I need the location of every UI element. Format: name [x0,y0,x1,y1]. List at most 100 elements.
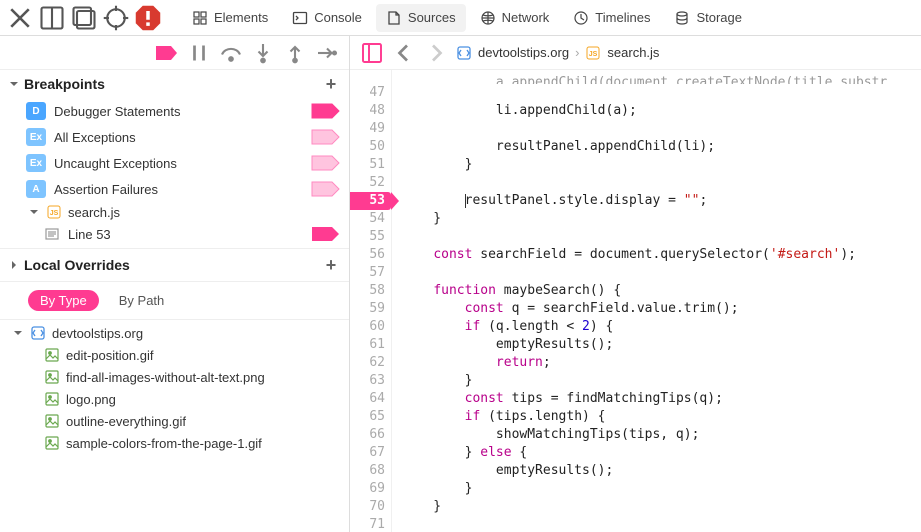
nav-forward-icon[interactable] [424,41,448,65]
code-editor[interactable]: 4748495051525354555657585960616263646566… [350,70,921,532]
step-over-icon[interactable] [219,41,243,65]
code-line[interactable] [392,174,921,192]
code-line[interactable]: return; [392,354,921,372]
gutter-line-number[interactable]: 58 [350,282,391,300]
error-badge-icon[interactable] [134,4,162,32]
tab-sources[interactable]: Sources [376,4,466,32]
gutter-line-number[interactable]: 53 [350,192,391,210]
popout-icon[interactable] [70,4,98,32]
close-icon[interactable] [6,4,34,32]
local-overrides-header[interactable]: Local Overrides + [0,251,349,279]
gutter-line-number[interactable]: 61 [350,336,391,354]
gutter-line-number[interactable]: 50 [350,138,391,156]
code-line[interactable]: resultPanel.style.display = ""; [392,192,921,210]
step-into-icon[interactable] [251,41,275,65]
breakpoint-badge: Ex [26,154,46,172]
breakpoint-line-item[interactable]: Line 53 [0,222,349,246]
tree-file[interactable]: logo.png [0,388,349,410]
line-gutter[interactable]: 4748495051525354555657585960616263646566… [350,70,392,532]
gutter-line-number[interactable]: 63 [350,372,391,390]
code-line[interactable]: if (q.length < 2) { [392,318,921,336]
toggle-sidebar-icon[interactable] [360,41,384,65]
code-line[interactable] [392,84,921,102]
breakpoint-item[interactable]: DDebugger Statements [0,98,349,124]
code-line[interactable]: const q = searchField.value.trim(); [392,300,921,318]
code-line[interactable]: } [392,210,921,228]
code-line[interactable]: } else { [392,444,921,462]
tree-domain[interactable]: devtoolstips.org [0,322,349,344]
code-line[interactable] [392,120,921,138]
code-content[interactable]: a.appendChild(document.createTextNode(ti… [392,70,921,532]
gutter-line-number[interactable]: 60 [350,318,391,336]
tab-timelines[interactable]: Timelines [563,4,660,32]
gutter-line-number[interactable]: 69 [350,480,391,498]
filter-by-path[interactable]: By Path [107,290,177,311]
breakpoint-marker-icon[interactable] [311,226,341,242]
step-icon[interactable] [315,41,339,65]
tab-storage[interactable]: Storage [664,4,752,32]
breakpoint-file[interactable]: JS search.js [0,202,349,222]
gutter-line-number[interactable]: 49 [350,120,391,138]
code-line[interactable]: showMatchingTips(tips, q); [392,426,921,444]
code-line[interactable]: function maybeSearch() { [392,282,921,300]
gutter-line-number[interactable]: 51 [350,156,391,174]
code-line[interactable]: } [392,498,921,516]
breakpoint-marker-icon[interactable] [311,181,341,197]
code-line[interactable]: } [392,372,921,390]
code-line[interactable]: const searchField = document.querySelect… [392,246,921,264]
target-icon[interactable] [102,4,130,32]
code-line[interactable]: resultPanel.appendChild(li); [392,138,921,156]
gutter-line-number[interactable]: 70 [350,498,391,516]
breakpoint-marker-icon[interactable] [311,155,341,171]
gutter-line-number[interactable]: 57 [350,264,391,282]
gutter-line-number[interactable]: 66 [350,426,391,444]
code-line[interactable]: emptyResults(); [392,336,921,354]
add-override-button[interactable]: + [321,255,341,275]
dock-side-icon[interactable] [38,4,66,32]
tab-network[interactable]: Network [470,4,560,32]
nav-back-icon[interactable] [392,41,416,65]
breakpoint-toggle-icon[interactable] [155,41,179,65]
gutter-line-number[interactable]: 71 [350,516,391,532]
filter-by-type[interactable]: By Type [28,290,99,311]
breadcrumb-domain[interactable]: devtoolstips.org [478,45,569,60]
code-line[interactable]: } [392,156,921,174]
code-line[interactable]: emptyResults(); [392,462,921,480]
gutter-line-number[interactable]: 68 [350,462,391,480]
breadcrumb-file[interactable]: search.js [607,45,659,60]
gutter-line-number[interactable]: 62 [350,354,391,372]
code-line[interactable] [392,516,921,532]
code-line[interactable]: li.appendChild(a); [392,102,921,120]
tree-file[interactable]: sample-colors-from-the-page-1.gif [0,432,349,454]
breakpoint-marker-icon[interactable] [311,103,341,119]
breakpoints-header[interactable]: Breakpoints + [0,70,349,98]
tab-label: Sources [408,10,456,25]
gutter-line-number[interactable]: 64 [350,390,391,408]
gutter-line-number[interactable]: 59 [350,300,391,318]
tree-file[interactable]: find-all-images-without-alt-text.png [0,366,349,388]
gutter-line-number[interactable]: 48 [350,102,391,120]
breakpoint-item[interactable]: ExAll Exceptions [0,124,349,150]
pause-icon[interactable] [187,41,211,65]
code-line[interactable]: } [392,480,921,498]
tree-file[interactable]: outline-everything.gif [0,410,349,432]
gutter-line-number[interactable]: 65 [350,408,391,426]
gutter-line-number[interactable]: 67 [350,444,391,462]
add-breakpoint-button[interactable]: + [321,74,341,94]
gutter-line-number[interactable]: 47 [350,84,391,102]
code-line[interactable] [392,228,921,246]
tree-file[interactable]: edit-position.gif [0,344,349,366]
tab-elements[interactable]: Elements [182,4,278,32]
code-line[interactable] [392,264,921,282]
gutter-line-number[interactable]: 56 [350,246,391,264]
code-line[interactable]: const tips = findMatchingTips(q); [392,390,921,408]
code-line[interactable]: if (tips.length) { [392,408,921,426]
tab-console[interactable]: Console [282,4,372,32]
breakpoint-marker-icon[interactable] [311,129,341,145]
step-out-icon[interactable] [283,41,307,65]
breakpoint-item[interactable]: AAssertion Failures [0,176,349,202]
gutter-line-number[interactable]: 55 [350,228,391,246]
gutter-line-number[interactable]: 54 [350,210,391,228]
gutter-line-number[interactable]: 52 [350,174,391,192]
breakpoint-item[interactable]: ExUncaught Exceptions [0,150,349,176]
